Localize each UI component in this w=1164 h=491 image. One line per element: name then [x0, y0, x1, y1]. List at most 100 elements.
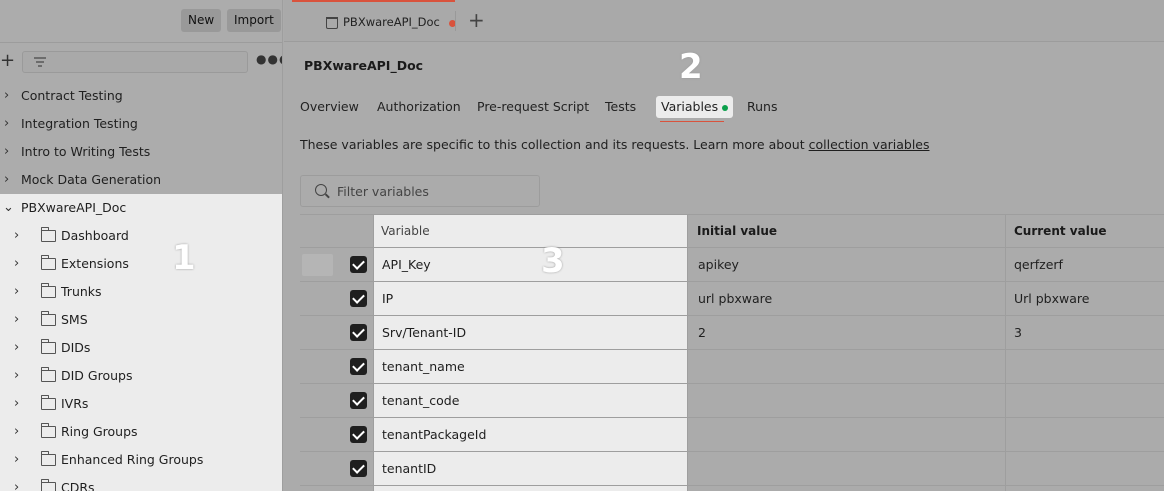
folder-item[interactable]: › DIDs	[0, 334, 282, 362]
filter-icon	[34, 57, 46, 67]
variable-name[interactable]: API_Key	[382, 257, 431, 272]
tab-runs[interactable]: Runs	[747, 99, 777, 114]
active-dot	[722, 104, 729, 111]
tab-prerequest-script[interactable]: Pre-request Script	[477, 99, 589, 114]
import-button[interactable]: Import	[227, 9, 281, 32]
variable-column-highlight	[373, 214, 687, 491]
folder-label: Trunks	[61, 284, 102, 299]
folder-label: DID Groups	[61, 368, 133, 383]
annotation-marker-3: 3	[541, 241, 565, 281]
folder-icon	[41, 479, 56, 491]
header-current-value: Current value	[1014, 224, 1107, 238]
folder-item[interactable]: › Trunks	[0, 278, 282, 306]
folder-item[interactable]: › Ring Groups	[0, 418, 282, 446]
new-button[interactable]: New	[181, 9, 222, 32]
chevron-right-icon: ›	[4, 144, 10, 159]
chevron-down-icon: ⌄	[3, 200, 14, 215]
variable-name[interactable]: tenantID	[382, 461, 436, 476]
row-divider	[300, 315, 1164, 316]
table-border	[300, 214, 1164, 215]
folder-icon	[41, 451, 56, 466]
variable-name[interactable]: IP	[382, 291, 393, 306]
folder-item[interactable]: › IVRs	[0, 390, 282, 418]
collection-variables-link[interactable]: collection variables	[809, 137, 930, 152]
folder-item[interactable]: › DID Groups	[0, 362, 282, 390]
folder-icon	[41, 367, 56, 382]
add-icon[interactable]: +	[0, 50, 15, 72]
collection-item[interactable]: › Contract Testing	[0, 82, 282, 110]
variable-name[interactable]: Srv/Tenant-ID	[382, 325, 466, 340]
enable-checkbox[interactable]	[350, 426, 367, 443]
initial-value[interactable]: url pbxware	[698, 291, 772, 306]
folder-icon	[41, 255, 56, 270]
more-options-icon[interactable]: ●●●	[256, 52, 282, 66]
enable-checkbox[interactable]	[350, 358, 367, 375]
row-divider	[300, 451, 1164, 452]
chevron-right-icon: ›	[4, 116, 10, 131]
tab-tests[interactable]: Tests	[605, 99, 636, 114]
enable-checkbox[interactable]	[350, 290, 367, 307]
folder-label: Ring Groups	[61, 424, 138, 439]
variable-name[interactable]: tenant_code	[382, 393, 459, 408]
enable-checkbox[interactable]	[350, 256, 367, 273]
collection-item[interactable]: › Integration Testing	[0, 110, 282, 138]
chevron-right-icon: ›	[4, 88, 10, 103]
collection-item-open[interactable]: ⌄ PBXwareAPI_Doc	[0, 194, 282, 222]
header-variable: Variable	[381, 224, 430, 238]
new-tab-plus-icon[interactable]: +	[468, 8, 485, 32]
chevron-right-icon: ›	[14, 424, 20, 439]
collection-label: Intro to Writing Tests	[21, 144, 151, 159]
row-divider	[300, 349, 1164, 350]
folder-label: Enhanced Ring Groups	[61, 452, 204, 467]
folder-icon	[41, 395, 56, 410]
folder-icon	[41, 283, 56, 298]
drag-handle[interactable]	[302, 254, 333, 276]
description-text: These variables are specific to this col…	[300, 137, 809, 152]
enable-checkbox[interactable]	[350, 392, 367, 409]
folder-item[interactable]: › Dashboard	[0, 222, 282, 250]
collection-label: Integration Testing	[21, 116, 138, 131]
sidebar-divider	[0, 42, 282, 43]
chevron-right-icon: ›	[14, 452, 20, 467]
initial-value[interactable]: apikey	[698, 257, 739, 272]
variable-name[interactable]: tenant_name	[382, 359, 465, 374]
collection-item[interactable]: › Mock Data Generation	[0, 166, 282, 194]
tab-bar: PBXwareAPI_Doc +	[284, 0, 1164, 42]
folder-item[interactable]: › CDRs	[0, 474, 282, 491]
chevron-right-icon: ›	[14, 368, 20, 383]
current-value[interactable]: 3	[1014, 325, 1022, 340]
variable-name[interactable]: tenantPackageId	[382, 427, 486, 442]
tab-pbxwareapi-doc[interactable]: PBXwareAPI_Doc	[292, 0, 456, 42]
tab-variables[interactable]: Variables	[656, 96, 734, 118]
folder-icon	[41, 423, 56, 438]
collection-label: Mock Data Generation	[21, 172, 162, 187]
sidebar-filter-input[interactable]	[22, 51, 248, 73]
filter-variables-input[interactable]: Filter variables	[300, 175, 540, 207]
folder-item[interactable]: › SMS	[0, 306, 282, 334]
collection-item[interactable]: › Intro to Writing Tests	[0, 138, 282, 166]
collection-label: PBXwareAPI_Doc	[21, 200, 127, 215]
column-divider	[1005, 214, 1006, 491]
folder-label: Dashboard	[61, 228, 129, 243]
tab-overview[interactable]: Overview	[300, 99, 359, 114]
enable-checkbox[interactable]	[350, 324, 367, 341]
folder-item[interactable]: › Enhanced Ring Groups	[0, 446, 282, 474]
active-tab-underline	[660, 121, 724, 122]
row-divider	[300, 383, 1164, 384]
collection-label: Contract Testing	[21, 88, 123, 103]
column-divider	[373, 214, 374, 491]
folder-icon	[41, 339, 56, 354]
chevron-right-icon: ›	[14, 284, 20, 299]
tab-variables-label: Variables	[661, 99, 719, 114]
folder-icon	[41, 227, 56, 242]
folder-item[interactable]: › Extensions	[0, 250, 282, 278]
annotation-marker-1: 1	[172, 238, 196, 278]
current-value[interactable]: Url pbxware	[1014, 291, 1089, 306]
header-initial-value: Initial value	[697, 224, 778, 238]
enable-checkbox[interactable]	[350, 460, 367, 477]
tab-authorization[interactable]: Authorization	[377, 99, 461, 114]
filter-placeholder: Filter variables	[337, 184, 429, 199]
initial-value[interactable]: 2	[698, 325, 706, 340]
current-value[interactable]: qerfzerf	[1014, 257, 1063, 272]
chevron-right-icon: ›	[14, 312, 20, 327]
